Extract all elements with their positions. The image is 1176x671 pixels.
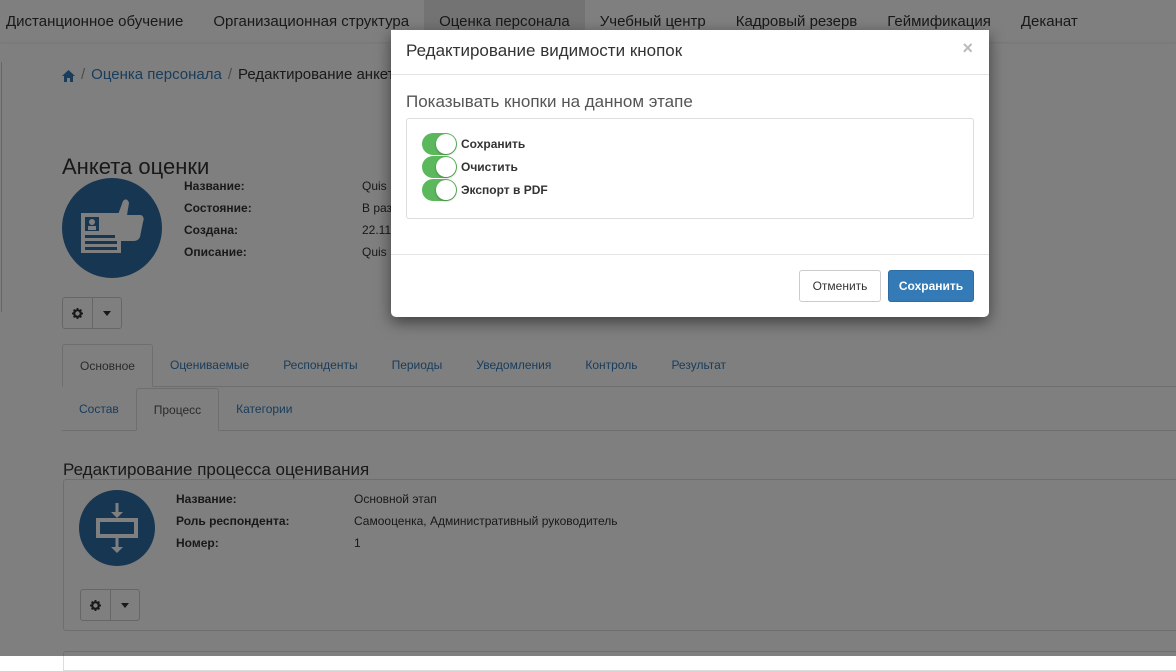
- toggle-knob: [436, 134, 456, 154]
- close-icon[interactable]: ×: [962, 39, 973, 57]
- toggle-knob: [436, 180, 456, 200]
- switch-row-save[interactable]: Сохранить: [422, 133, 525, 155]
- switch-row-clear[interactable]: Очистить: [422, 156, 518, 178]
- toggle-switch[interactable]: [422, 156, 457, 178]
- switch-row-export-pdf[interactable]: Экспорт в PDF: [422, 179, 548, 201]
- switch-list: Сохранить Очистить Экспорт в PDF: [406, 118, 974, 219]
- switch-label: Очистить: [461, 160, 518, 174]
- modal-footer: Отменить Сохранить: [391, 254, 989, 317]
- toggle-switch[interactable]: [422, 179, 457, 201]
- switch-label: Экспорт в PDF: [461, 183, 548, 197]
- modal-title: Редактирование видимости кнопок: [406, 41, 683, 60]
- switch-label: Сохранить: [461, 137, 526, 151]
- modal-header: Редактирование видимости кнопок ×: [391, 30, 989, 75]
- cancel-button[interactable]: Отменить: [799, 270, 881, 302]
- button-visibility-modal: Редактирование видимости кнопок × Показы…: [391, 30, 989, 317]
- toggle-knob: [436, 157, 456, 177]
- toggle-switch[interactable]: [422, 133, 457, 155]
- modal-subtitle: Показывать кнопки на данном этапе: [406, 92, 693, 111]
- save-button[interactable]: Сохранить: [888, 270, 974, 302]
